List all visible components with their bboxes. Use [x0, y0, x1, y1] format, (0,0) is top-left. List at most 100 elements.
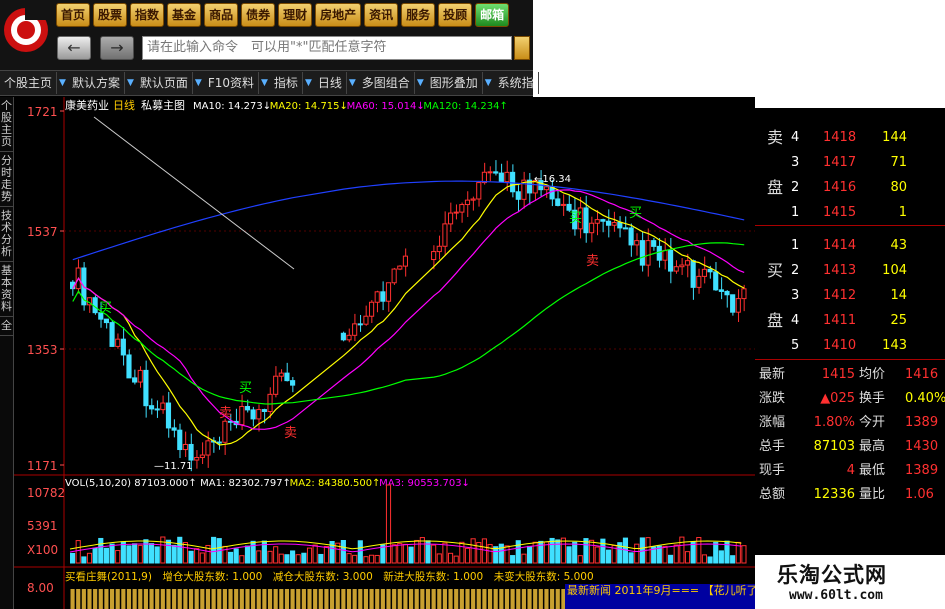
candle — [391, 268, 397, 284]
indicator-bar — [459, 589, 464, 609]
tab-8[interactable]: 系统指 — [494, 72, 539, 94]
tab-dropdown-icon[interactable]: ▼ — [303, 72, 314, 94]
volume-bar — [92, 547, 98, 564]
tab-3[interactable]: F10资料 — [204, 72, 259, 94]
nav-item-8[interactable]: 资讯 — [364, 3, 399, 27]
volume-bar — [115, 550, 121, 564]
tab-dropdown-icon[interactable]: ▼ — [259, 72, 270, 94]
tab-dropdown-icon[interactable]: ▼ — [415, 72, 426, 94]
nav-item-4[interactable]: 商品 — [204, 3, 239, 27]
tab-dropdown-icon[interactable]: ▼ — [125, 72, 136, 94]
volume-bar — [442, 542, 448, 564]
candle — [476, 182, 482, 200]
volume-bar — [363, 556, 369, 564]
nav-item-5[interactable]: 债券 — [241, 3, 276, 27]
nav-item-1[interactable]: 股票 — [93, 3, 128, 27]
tab-6[interactable]: 多图组合 — [358, 72, 415, 94]
quote-panel: 卖 4 1418 144 3 1417 71 盘 2 1416 80 1 1415 1 1 1414 43 买 2 1… — [755, 128, 945, 552]
book-divider — [755, 359, 945, 360]
y-tick-label: 1721 — [27, 105, 58, 119]
candle — [171, 427, 177, 431]
label-char: 盘 — [767, 178, 784, 197]
candle — [199, 454, 205, 459]
tab-bar: 个股主页 ▼ 默认方案 ▼ 默认页面 ▼ F10资料 ▼ 指标 ▼ 日线 ▼ 多图组合 ▼ 图形叠加 ▼ 系统指 — [0, 70, 539, 96]
side-tab-1[interactable]: 分时走势 — [0, 152, 13, 207]
tab-5[interactable]: 日线 — [314, 72, 347, 94]
nav-item-0[interactable]: 首页 — [56, 3, 91, 27]
volume-bar — [177, 536, 183, 564]
command-dropdown-button[interactable] — [514, 36, 530, 60]
tab-dropdown-icon[interactable]: ▼ — [483, 72, 494, 94]
command-input[interactable]: 请在此输入命令 可以用"*"匹配任意字符 — [142, 36, 512, 60]
volume-bar — [605, 549, 612, 564]
level: 1 — [791, 205, 800, 220]
level: 4 — [791, 130, 800, 145]
indicator-bar — [499, 589, 504, 609]
candle — [493, 171, 499, 174]
tab-0[interactable]: 个股主页 — [0, 72, 58, 94]
arrow-right-icon: → — [110, 38, 124, 57]
price: 1410 — [823, 338, 857, 353]
indicator-bar — [392, 589, 397, 609]
side-tab-3[interactable]: 基本资料 — [0, 262, 13, 317]
candle — [143, 369, 149, 407]
candle — [555, 198, 561, 206]
indicator-bar — [431, 589, 436, 609]
candle — [566, 203, 572, 211]
indicator-bar — [420, 589, 425, 609]
side-tab-0[interactable]: 个股主页 — [0, 97, 13, 152]
volume-bar — [103, 547, 109, 564]
quote-row: 现手 4 最低 1389 — [755, 459, 945, 483]
tab-dropdown-icon[interactable]: ▼ — [193, 72, 204, 94]
tab-4[interactable]: 指标 — [270, 72, 303, 94]
volume-bar — [148, 543, 155, 564]
candle — [679, 264, 685, 268]
tab-7[interactable]: 图形叠加 — [426, 72, 483, 94]
candle — [244, 406, 251, 411]
volume-bar — [408, 546, 414, 564]
tab-2[interactable]: 默认页面 — [136, 72, 193, 94]
side-tab-4[interactable]: 全 — [0, 317, 13, 336]
indicator-bar — [324, 589, 329, 609]
indicator-bar — [273, 589, 278, 609]
volume: 1 — [898, 205, 907, 220]
nav-item-11[interactable]: 邮箱 — [475, 3, 510, 27]
indicator-bar — [521, 589, 526, 609]
volume-bar — [459, 541, 465, 564]
volume-bar — [481, 538, 487, 564]
nav-item-9[interactable]: 服务 — [401, 3, 436, 27]
indicator-bar — [493, 589, 498, 609]
nav-item-2[interactable]: 指数 — [130, 3, 165, 27]
price: 1411 — [823, 313, 857, 328]
price: 1415 — [823, 205, 857, 220]
side-tab-2[interactable]: 技术分析 — [0, 207, 13, 262]
tab-dropdown-icon[interactable]: ▼ — [57, 72, 68, 94]
news-ticker[interactable]: 最新新闻 2011年9月=== 【花儿听了 — [565, 584, 755, 609]
level: 1 — [791, 238, 800, 253]
back-button[interactable]: ← — [57, 36, 91, 60]
forward-button[interactable]: → — [100, 36, 134, 60]
tab-dropdown-icon[interactable]: ▼ — [347, 72, 358, 94]
volume-bar — [75, 540, 81, 564]
volume-bar — [188, 550, 194, 564]
nav-item-6[interactable]: 理财 — [278, 3, 313, 27]
candle — [510, 171, 516, 193]
nav-item-3[interactable]: 基金 — [167, 3, 202, 27]
candle — [690, 260, 696, 288]
volume-bar — [165, 539, 172, 564]
candle — [261, 409, 267, 412]
low-label: —11.71 — [154, 461, 193, 472]
quote-label: 现手 — [759, 463, 786, 478]
volume-bar — [566, 546, 572, 564]
indicator-bar — [172, 589, 177, 609]
volume-bar — [628, 552, 634, 564]
nav-item-7[interactable]: 房地产 — [315, 3, 362, 27]
sell-row: 3 1417 71 — [755, 151, 945, 175]
tab-1[interactable]: 默认方案 — [68, 72, 125, 94]
nav-item-10[interactable]: 投顾 — [438, 3, 473, 27]
volume-bar — [718, 550, 724, 564]
candle — [634, 240, 640, 246]
candle — [718, 289, 724, 292]
volume-bar — [684, 551, 691, 564]
stock-name: 康美药业 — [65, 98, 109, 112]
